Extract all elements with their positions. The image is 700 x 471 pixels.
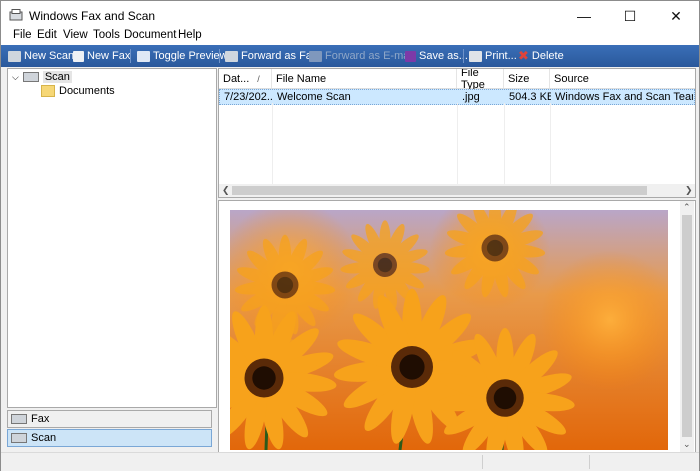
column-file-name[interactable]: File Name [272, 69, 457, 88]
nav-fax-label: Fax [31, 413, 50, 425]
app-window: Windows Fax and Scan — ☐ ✕ File Edit Vie… [0, 0, 700, 471]
column-source-label: Source [554, 72, 589, 85]
new-scan-label: New Scan [24, 50, 75, 62]
toolbar-separator [219, 49, 220, 63]
document-list: Dat... / File Name File Type Size Source… [218, 68, 696, 198]
cell-file-name: Welcome Scan [277, 91, 351, 103]
printer-icon [469, 50, 482, 62]
column-type-label: File Type [461, 68, 485, 91]
column-gridline [550, 103, 551, 185]
horizontal-scroll-thumb[interactable] [232, 186, 647, 195]
menu-file[interactable]: File [11, 29, 34, 41]
email-icon [309, 50, 322, 62]
scanner-icon [11, 433, 27, 443]
save-as-label: Save as... [419, 50, 468, 62]
tree-child-label: Documents [59, 85, 115, 97]
column-file-type[interactable]: File Type [457, 68, 504, 91]
tree-root-label: Scan [42, 71, 72, 83]
toolbar-separator [130, 49, 131, 63]
scanner-icon [22, 72, 39, 82]
scroll-left-icon[interactable]: ❮ [222, 185, 230, 196]
column-date[interactable]: Dat... / [219, 69, 272, 88]
fax-app-icon [9, 9, 23, 21]
tree-item-documents[interactable]: Documents [41, 84, 115, 98]
forward-fax-icon [225, 50, 238, 62]
delete-label: Delete [531, 50, 564, 62]
column-date-label: Dat... [223, 72, 250, 85]
close-button[interactable]: ✕ [653, 1, 699, 31]
scroll-up-icon[interactable]: ⌃ [683, 202, 691, 213]
horizontal-scrollbar[interactable]: ❮ ❯ [219, 184, 695, 197]
new-fax-label: New Fax [87, 50, 131, 62]
print-button[interactable]: Print... [469, 48, 517, 64]
menu-help[interactable]: Help [176, 29, 204, 41]
cell-source: Windows Fax and Scan Team [555, 91, 693, 103]
fax-icon [73, 50, 84, 62]
cell-size: 504.3 KB [509, 91, 551, 103]
cell-date: 7/23/202... [224, 91, 273, 103]
sort-indicator-icon: / [257, 73, 260, 84]
status-divider [482, 455, 483, 469]
nav-fax[interactable]: Fax [7, 410, 212, 428]
forward-email-label: Forward as E-mail [325, 50, 415, 62]
preview-image [230, 210, 668, 450]
forward-email-button[interactable]: Forward as E-mail [309, 48, 414, 64]
cell-file-type: .jpg [462, 91, 480, 103]
menu-document[interactable]: Document [122, 29, 178, 41]
column-gridline [457, 103, 458, 185]
new-scan-button[interactable]: New Scan [8, 48, 74, 64]
vertical-scroll-thumb[interactable] [682, 215, 692, 437]
toggle-preview-label: Toggle Preview [153, 50, 228, 62]
nav-scan-label: Scan [31, 432, 57, 444]
scroll-down-icon[interactable]: ⌄ [683, 439, 691, 450]
scanner-icon [8, 50, 21, 62]
minimize-button[interactable]: — [561, 1, 607, 31]
scroll-right-icon[interactable]: ❯ [685, 185, 693, 196]
forward-fax-button[interactable]: Forward as Fax [225, 48, 317, 64]
title-bar: Windows Fax and Scan — ☐ ✕ [1, 1, 699, 31]
menu-tools[interactable]: Tools [91, 29, 122, 41]
folder-tree: ⌵ Scan Documents [7, 68, 217, 408]
preview-icon [137, 50, 150, 62]
folder-icon [41, 85, 55, 97]
toggle-preview-button[interactable]: Toggle Preview [137, 48, 228, 64]
column-source[interactable]: Source [550, 69, 695, 88]
menu-edit[interactable]: Edit [35, 29, 59, 41]
maximize-button[interactable]: ☐ [607, 1, 653, 31]
column-gridline [272, 103, 273, 185]
tree-item-scan[interactable]: ⌵ Scan [12, 70, 72, 84]
column-gridline [504, 103, 505, 185]
forward-fax-label: Forward as Fax [241, 50, 318, 62]
delete-button[interactable]: ✖ Delete [518, 48, 564, 64]
menu-view[interactable]: View [61, 29, 90, 41]
window-title: Windows Fax and Scan [29, 9, 156, 23]
toolbar: New Scan New Fax Toggle Preview Forward … [1, 45, 699, 67]
status-bar [1, 452, 699, 471]
nav-scan[interactable]: Scan [7, 429, 212, 447]
preview-pane: ⌃ ⌄ [218, 200, 696, 453]
menu-bar: File Edit View Tools Document Help [1, 29, 699, 45]
new-fax-button[interactable]: New Fax [73, 48, 130, 64]
column-size[interactable]: Size [504, 69, 550, 88]
vertical-scrollbar[interactable]: ⌃ ⌄ [680, 201, 694, 452]
status-divider [589, 455, 590, 469]
fax-icon [11, 414, 27, 424]
chevron-down-icon[interactable]: ⌵ [12, 72, 19, 83]
print-label: Print... [485, 50, 517, 62]
column-size-label: Size [508, 72, 530, 85]
column-name-label: File Name [276, 72, 327, 85]
toolbar-separator [463, 49, 464, 63]
save-as-button[interactable]: Save as... [405, 48, 468, 64]
list-header: Dat... / File Name File Type Size Source [219, 68, 695, 91]
save-icon [405, 50, 416, 62]
delete-x-icon: ✖ [518, 48, 529, 63]
